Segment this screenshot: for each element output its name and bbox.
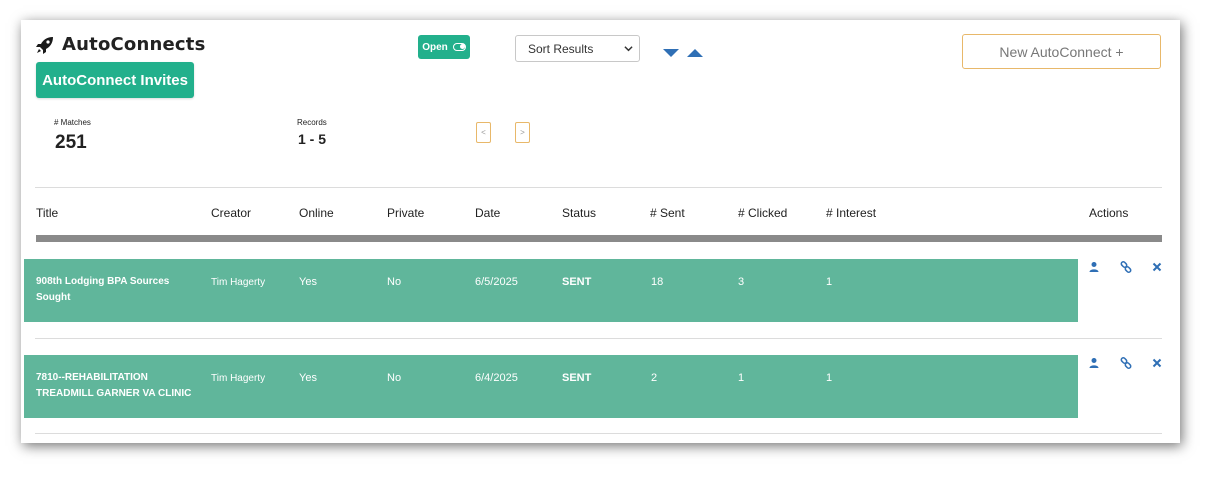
row-title-line: 908th Lodging BPA Sources	[36, 276, 170, 287]
column-header-sent[interactable]: # Sent	[650, 206, 685, 220]
row-date: 6/5/2025	[475, 276, 518, 288]
toggle-icon	[452, 43, 466, 51]
row-online: Yes	[299, 372, 317, 384]
row-title[interactable]: 7810--REHABILITATION TREADMILL GARNER VA…	[36, 370, 201, 402]
chevron-down-icon	[624, 46, 633, 52]
row-clicked: 3	[738, 276, 745, 288]
user-icon[interactable]	[1088, 261, 1100, 273]
row-title-line: TREADMILL GARNER VA CLINIC	[36, 388, 192, 399]
next-page-button[interactable]: >	[515, 122, 530, 143]
link-icon[interactable]	[1120, 261, 1132, 273]
prev-page-button[interactable]: <	[476, 122, 491, 143]
row-status: SENT	[562, 276, 592, 288]
new-autoconnect-button[interactable]: New AutoConnect +	[962, 34, 1161, 69]
column-header-date[interactable]: Date	[475, 206, 500, 220]
autoconnect-invites-button[interactable]: AutoConnect Invites	[36, 62, 194, 98]
close-icon[interactable]	[1151, 357, 1163, 369]
records-value: 1 - 5	[298, 131, 327, 147]
row-divider	[35, 433, 1162, 434]
row-online: Yes	[299, 276, 317, 288]
matches-value: 251	[55, 132, 87, 153]
records-label: Records	[297, 118, 327, 127]
column-header-title[interactable]: Title	[36, 206, 58, 220]
open-label: Open	[422, 41, 448, 53]
row-title[interactable]: 908th Lodging BPA Sources Sought	[36, 274, 201, 306]
caret-down-icon[interactable]	[663, 48, 679, 58]
column-header-clicked[interactable]: # Clicked	[738, 206, 787, 220]
caret-up-icon[interactable]	[687, 48, 703, 58]
row-private: No	[387, 276, 402, 288]
row-sent: 2	[651, 372, 658, 384]
row-title-line: Sought	[36, 292, 71, 303]
row-private: No	[387, 372, 402, 384]
column-header-creator[interactable]: Creator	[211, 206, 251, 220]
link-icon[interactable]	[1120, 357, 1132, 369]
row-title-line: 7810--REHABILITATION	[36, 372, 148, 383]
matches-label: # Matches	[54, 118, 91, 127]
row-interest: 1	[826, 276, 833, 288]
divider	[35, 187, 1162, 188]
table-header-bar	[36, 235, 1162, 242]
row-sent: 18	[651, 276, 664, 288]
row-creator: Tim Hagerty	[211, 373, 266, 384]
table-row[interactable]: 7810--REHABILITATION TREADMILL GARNER VA…	[24, 355, 1078, 418]
row-interest: 1	[826, 372, 833, 384]
autoconnects-panel: AutoConnects AutoConnect Invites Open So…	[21, 20, 1180, 443]
row-creator: Tim Hagerty	[211, 277, 266, 288]
open-filter-toggle[interactable]: Open	[418, 35, 470, 59]
row-date: 6/4/2025	[475, 372, 518, 384]
row-status: SENT	[562, 372, 592, 384]
row-clicked: 1	[738, 372, 745, 384]
user-icon[interactable]	[1088, 357, 1100, 369]
column-header-actions: Actions	[1089, 206, 1129, 220]
sort-results-select[interactable]: Sort Results	[515, 35, 640, 62]
rocket-icon	[36, 36, 53, 54]
column-header-online[interactable]: Online	[299, 206, 334, 220]
sort-select-value: Sort Results	[528, 41, 594, 56]
close-icon[interactable]	[1151, 261, 1163, 273]
column-header-private[interactable]: Private	[387, 206, 424, 220]
column-header-status[interactable]: Status	[562, 206, 596, 220]
page-title: AutoConnects	[62, 34, 206, 55]
page-header: AutoConnects	[35, 34, 206, 55]
row-divider	[35, 338, 1162, 339]
table-row[interactable]: 908th Lodging BPA Sources Sought Tim Hag…	[24, 259, 1078, 322]
column-header-interest[interactable]: # Interest	[826, 206, 876, 220]
